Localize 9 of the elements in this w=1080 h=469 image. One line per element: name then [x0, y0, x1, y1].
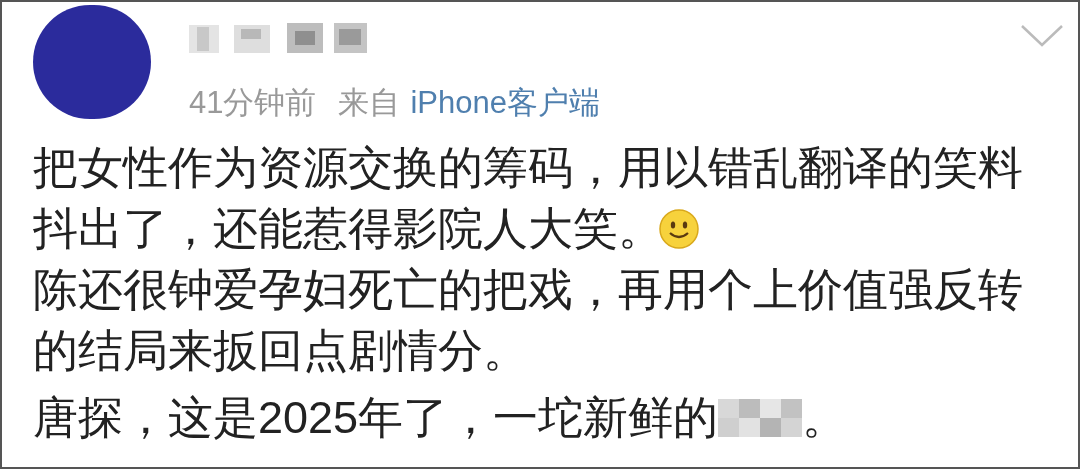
source-link[interactable]: iPhone客户端 — [410, 83, 600, 123]
post-time: 41分钟前 — [189, 84, 317, 122]
post-text-line: 的结局来扳回点剧情分。 — [33, 324, 528, 378]
post-text-line: 抖出了，还能惹得影院人大笑。 — [33, 202, 663, 256]
post-text-line: 唐探，这是2025年了，一坨新鲜的 — [33, 391, 719, 445]
period-mark: 。 — [802, 391, 848, 445]
source-label: 来自 — [338, 84, 401, 122]
post-text-line: 把女性作为资源交换的筹码，用以错乱翻译的笑料 — [33, 141, 1023, 195]
post-text-line: 陈还很钟爱孕妇死亡的把戏，再用个上价值强反转 — [33, 263, 1023, 317]
